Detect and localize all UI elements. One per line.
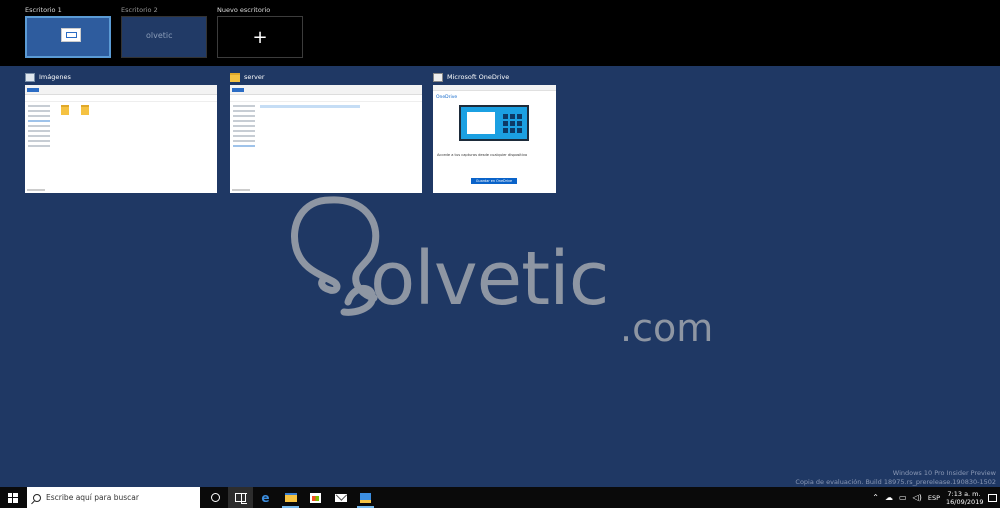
clock[interactable]: 7:13 a. m. 16/09/2019 [946, 489, 984, 506]
window-title-bar: Imágenes [25, 71, 217, 83]
photos-button[interactable] [353, 487, 378, 508]
desktop-2-logo: olvetic [146, 31, 173, 40]
onedrive-illustration [459, 105, 529, 141]
windows-logo-icon [7, 492, 18, 503]
photos-icon [360, 492, 371, 503]
window-title-bar: server [230, 71, 422, 83]
watermark-suffix: .com [620, 306, 714, 350]
build-line-2: Copia de evaluación. Build 18975.rs_prer… [795, 478, 996, 486]
edge-button[interactable]: e [253, 487, 278, 508]
file-explorer-icon [284, 493, 297, 502]
mail-icon [334, 493, 347, 502]
language-indicator[interactable]: ESP [928, 494, 940, 502]
onedrive-cloud-icon[interactable]: ☁ [885, 493, 893, 502]
virtual-desktops-bar: Escritorio 1 Escritorio 2 olvetic Nuevo … [0, 0, 1000, 66]
edge-icon: e [261, 490, 270, 505]
volume-icon[interactable]: ◁) [913, 493, 922, 502]
desktop-2-thumbnail[interactable]: olvetic [121, 16, 207, 58]
clock-time: 7:13 a. m. [947, 489, 981, 498]
search-input[interactable]: Escribe aquí para buscar [27, 487, 200, 508]
navigation-pane [233, 105, 255, 150]
window-onedrive[interactable]: Microsoft OneDrive OneDrive Accede a tus… [433, 71, 556, 193]
search-placeholder: Escribe aquí para buscar [46, 493, 139, 502]
file-explorer-button[interactable] [278, 487, 303, 508]
window-imagenes[interactable]: Imágenes [25, 71, 217, 193]
save-to-onedrive-button[interactable]: Guardar en OneDrive [471, 178, 517, 184]
chevron-up-icon[interactable]: ⌃ [872, 493, 879, 502]
window-server[interactable]: server [230, 71, 422, 193]
onedrive-brand: OneDrive [436, 95, 458, 100]
plus-icon: + [252, 26, 268, 48]
list-item [260, 105, 360, 108]
task-view-icon [235, 493, 247, 504]
navigation-pane [28, 105, 50, 150]
windows-build-watermark: Windows 10 Pro Insider Preview Copia de … [795, 469, 996, 487]
window-title-bar: Microsoft OneDrive [433, 71, 556, 83]
network-icon[interactable]: ▭ [899, 493, 907, 502]
new-desktop-button[interactable]: + [217, 16, 303, 58]
taskbar: Escribe aquí para buscar e ⌃ ☁ ▭ ◁) ESP … [0, 487, 1000, 508]
watermark-text: olvetic [370, 236, 609, 322]
mail-button[interactable] [328, 487, 353, 508]
onedrive-heading: Accede a tus capturas desde cualquier di… [437, 153, 528, 157]
new-desktop-label: Nuevo escritorio [217, 6, 271, 14]
desktop-2-label: Escritorio 2 [121, 6, 158, 14]
system-tray: ⌃ ☁ ▭ ◁) ESP 7:13 a. m. 16/09/2019 [872, 487, 1000, 508]
store-button[interactable] [303, 487, 328, 508]
cortana-button[interactable] [203, 487, 228, 508]
desktop-1-label: Escritorio 1 [25, 6, 62, 14]
task-view-button[interactable] [228, 487, 253, 508]
window-title: Imágenes [39, 73, 71, 81]
new-desktop[interactable]: Nuevo escritorio + [217, 5, 303, 58]
start-button[interactable] [0, 487, 25, 508]
window-thumbnail[interactable] [230, 85, 422, 193]
onedrive-window-icon [433, 72, 443, 82]
search-icon [33, 493, 41, 502]
clock-date: 16/09/2019 [946, 497, 984, 506]
window-title: server [244, 73, 265, 81]
image-folder-icon [25, 72, 35, 82]
desktop-1[interactable]: Escritorio 1 [25, 5, 111, 58]
desktop-1-thumbnail[interactable] [25, 16, 111, 58]
mini-window-icon [61, 28, 81, 42]
folder-icon [61, 105, 69, 115]
folder-icon [81, 105, 89, 115]
store-icon [310, 492, 321, 503]
window-thumbnail[interactable] [25, 85, 217, 193]
folder-icon [230, 72, 240, 82]
window-title: Microsoft OneDrive [447, 73, 510, 81]
notifications-icon[interactable] [988, 493, 997, 502]
cortana-icon [211, 493, 220, 502]
desktop-2[interactable]: Escritorio 2 olvetic [121, 5, 207, 58]
build-line-1: Windows 10 Pro Insider Preview [892, 469, 996, 477]
window-thumbnail[interactable]: OneDrive Accede a tus capturas desde cua… [433, 85, 556, 193]
